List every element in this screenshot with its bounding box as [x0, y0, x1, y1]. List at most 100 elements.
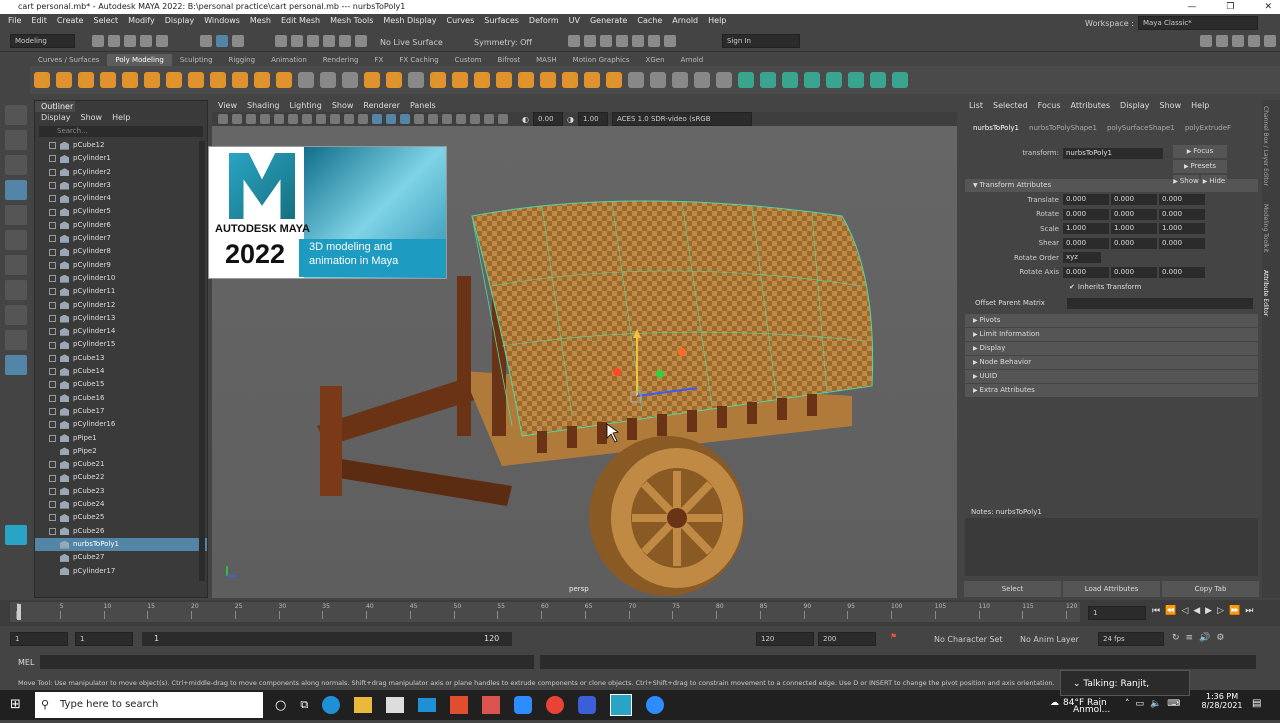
expand-toggle-icon[interactable] [49, 474, 56, 482]
append-polygon-icon[interactable] [518, 72, 534, 88]
uv-editor-icon[interactable] [848, 72, 864, 88]
shelf-tab-rendering[interactable]: Rendering [315, 54, 367, 66]
poly-cone-icon[interactable] [100, 72, 116, 88]
extrude-icon[interactable] [430, 72, 446, 88]
expand-toggle-icon[interactable] [49, 168, 56, 176]
section-node-behavior[interactable]: Node Behavior [965, 355, 1258, 369]
outliner-item[interactable]: pCylinder17 [35, 565, 207, 578]
outliner-item[interactable]: pCube25 [35, 511, 207, 524]
focus-button[interactable]: Focus [1173, 145, 1227, 158]
attr-shear-x-field[interactable]: 0.000 [1063, 237, 1109, 249]
ae-tab-nurbstopolyshape1[interactable]: nurbsToPolyShape1 [1029, 124, 1097, 132]
camera-attributes-icon[interactable] [218, 114, 228, 124]
expand-toggle-icon[interactable] [49, 514, 56, 522]
step-forward-frame-icon[interactable]: ▷ [1217, 606, 1224, 616]
current-time-marker[interactable] [17, 604, 21, 620]
sign-in-dropdown[interactable]: Sign In [722, 34, 800, 48]
sweep-mesh-icon[interactable] [232, 72, 248, 88]
manipulator-center-handle[interactable] [656, 370, 664, 378]
store-icon[interactable] [386, 697, 405, 713]
ae-menu-attributes[interactable]: Attributes [1071, 100, 1111, 112]
expand-toggle-icon[interactable] [49, 461, 56, 469]
ae-menu-focus[interactable]: Focus [1038, 100, 1061, 112]
wireframe-on-shaded-icon[interactable] [386, 114, 396, 124]
expand-toggle-icon[interactable] [49, 341, 56, 349]
insert-loop-icon[interactable] [672, 72, 688, 88]
outliner-item[interactable]: pCube23 [35, 485, 207, 498]
show-button[interactable]: Show [1173, 175, 1199, 188]
range-slider-track[interactable]: 1 120 [142, 632, 512, 646]
outliner-item[interactable]: pCylinder8 [35, 245, 207, 258]
outliner-item[interactable]: pCube17 [35, 405, 207, 418]
outliner-item[interactable]: pCylinder10 [35, 272, 207, 285]
outliner-item[interactable]: pCylinder7 [35, 232, 207, 245]
resolution-gate-icon[interactable] [288, 114, 298, 124]
select-component-icon[interactable] [232, 35, 244, 47]
file-explorer-icon[interactable] [354, 697, 373, 713]
outliner-tab[interactable]: Outliner [35, 101, 75, 112]
teams-icon[interactable] [578, 696, 597, 714]
last-tool-icon[interactable] [5, 255, 27, 275]
time-slider[interactable]: 1510152025303540455055606570758085909510… [0, 600, 1280, 626]
rotate-tool-icon[interactable] [5, 205, 27, 225]
two-view-icon[interactable] [5, 330, 27, 350]
outliner-item[interactable]: pCylinder6 [35, 219, 207, 232]
shelf-tab-motion-graphics[interactable]: Motion Graphics [565, 54, 638, 66]
anim-layer-label[interactable]: No Anim Layer [1020, 635, 1079, 644]
outliner-item[interactable]: pPipe1 [35, 432, 207, 445]
shelf-tab-sculpting[interactable]: Sculpting [172, 54, 221, 66]
automatic-mapping-icon[interactable] [760, 72, 776, 88]
use-lights-icon[interactable] [414, 114, 424, 124]
modeling-toolkit-tab[interactable]: Modeling Toolkit [1262, 204, 1269, 252]
viewport-menu-show[interactable]: Show [332, 100, 354, 112]
outliner-item[interactable]: pCylinder2 [35, 166, 207, 179]
outliner-layout-icon[interactable] [5, 355, 27, 375]
playback-end-field[interactable]: 120 [756, 632, 814, 646]
section-limit-information[interactable]: Limit Information [965, 327, 1258, 341]
expand-toggle-icon[interactable] [49, 155, 56, 163]
smooth-icon[interactable] [364, 72, 380, 88]
menu-mesh-display[interactable]: Mesh Display [383, 14, 436, 28]
minimize-button[interactable]: — [1187, 0, 1196, 14]
windows-start-icon[interactable]: ⊞ [10, 697, 21, 712]
viewport-menu-lighting[interactable]: Lighting [289, 100, 321, 112]
transform-name-field[interactable]: nurbsToPoly1 [1063, 147, 1163, 159]
edge-icon[interactable] [322, 696, 341, 714]
step-back-key-icon[interactable]: ⏪ [1165, 606, 1176, 616]
fill-hole-icon[interactable] [496, 72, 512, 88]
attr-scale-z-field[interactable]: 1.000 [1159, 223, 1205, 235]
paint-select-icon[interactable] [5, 155, 27, 175]
select-hierarchy-icon[interactable] [200, 35, 212, 47]
outliner-item[interactable]: pCube22 [35, 471, 207, 484]
go-to-start-icon[interactable]: ⏮ [1152, 606, 1160, 616]
menu-deform[interactable]: Deform [529, 14, 559, 28]
fps-dropdown[interactable]: 24 fps [1098, 632, 1164, 646]
shelf-tab-animation[interactable]: Animation [263, 54, 315, 66]
snap-surface-icon[interactable] [339, 35, 351, 47]
snap-curve-icon[interactable] [291, 35, 303, 47]
four-view-icon[interactable] [5, 305, 27, 325]
anydesk-icon[interactable] [482, 696, 501, 714]
menu-file[interactable]: File [8, 14, 21, 28]
attr-translate-y-field[interactable]: 0.000 [1111, 194, 1157, 206]
render-frame-icon[interactable] [584, 35, 596, 47]
move-tool-icon[interactable] [5, 180, 27, 200]
expand-toggle-icon[interactable] [49, 288, 56, 296]
play-backwards-icon[interactable]: ◀ [1193, 606, 1200, 616]
merge-icon[interactable] [584, 72, 600, 88]
snap-vertex-icon[interactable] [355, 35, 367, 47]
collapse-icon[interactable] [606, 72, 622, 88]
snap-view-icon[interactable] [323, 35, 335, 47]
shadows-icon[interactable] [428, 114, 438, 124]
menu-generate[interactable]: Generate [590, 14, 627, 28]
channel-box-tab[interactable]: Channel Box / Layer Editor [1262, 106, 1269, 186]
expand-toggle-icon[interactable] [49, 208, 56, 216]
expand-toggle-icon[interactable] [49, 527, 56, 535]
outliner-toggle-icon[interactable] [1248, 35, 1260, 47]
outliner-item[interactable]: pCube21 [35, 458, 207, 471]
wireframe-icon[interactable] [358, 114, 368, 124]
volume-icon[interactable]: 🔈 [1150, 699, 1161, 709]
presets-button[interactable]: Presets [1173, 160, 1227, 173]
outliner-item[interactable]: pCube16 [35, 392, 207, 405]
unfold-icon[interactable] [870, 72, 886, 88]
